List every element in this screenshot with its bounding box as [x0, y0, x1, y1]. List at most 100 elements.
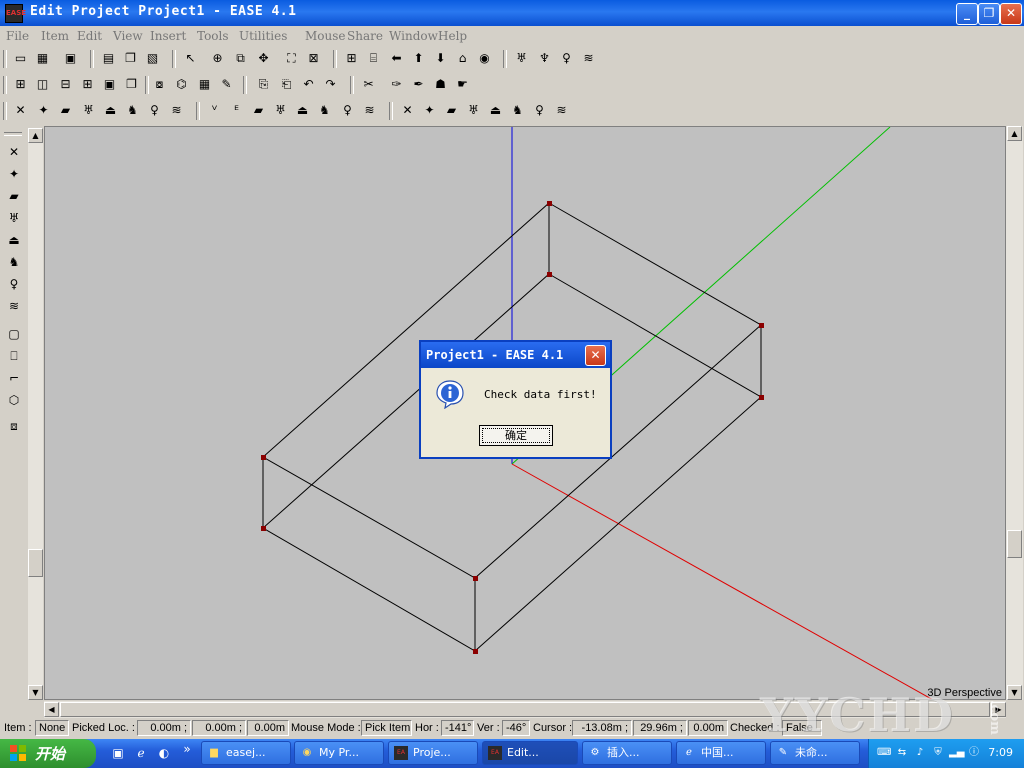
pen-icon[interactable]: ✑ — [387, 75, 406, 94]
insert-vertex-icon[interactable]: ✦ — [34, 101, 53, 120]
ie-icon[interactable]: ℯ — [133, 745, 149, 761]
mark-chair-icon[interactable]: ♞ — [508, 101, 527, 120]
chair-icon[interactable]: ♞ — [123, 101, 142, 120]
add-edge-icon[interactable]: ✦ — [4, 164, 24, 184]
vertex-marker[interactable] — [547, 201, 552, 206]
marker-icon[interactable]: ✒ — [409, 75, 428, 94]
fit-icon[interactable]: ⛶ — [282, 49, 301, 68]
zoom-box-icon[interactable]: ⧉ — [231, 49, 250, 68]
box-icon[interactable]: ▢ — [4, 324, 24, 344]
menu-tools[interactable]: Tools — [197, 29, 229, 43]
add-face-icon[interactable]: ▰ — [4, 186, 24, 206]
scroll-left-arrow-icon[interactable]: ◀ — [44, 702, 59, 717]
left-scrollbar[interactable]: ▲ ▼ — [28, 128, 43, 700]
scroll-down-arrow-icon[interactable]: ▼ — [1007, 685, 1022, 700]
mark-edge-icon[interactable]: ✦ — [420, 101, 439, 120]
save-icon[interactable]: ▣ — [61, 49, 80, 68]
fullscreen-icon[interactable]: ⊠ — [304, 49, 323, 68]
task-button[interactable]: ⚙ 插入... — [582, 741, 672, 765]
room-icon[interactable]: ⎕ — [4, 346, 24, 366]
scissors-icon[interactable]: ✂ — [359, 75, 378, 94]
undo-icon[interactable]: ↶ — [299, 75, 318, 94]
speaker-icon[interactable]: ♅ — [512, 49, 531, 68]
right-scrollbar[interactable]: ▲ ▼ — [1006, 126, 1023, 700]
select-light-icon[interactable]: ♀ — [338, 101, 357, 120]
task-button[interactable]: EA Proje... — [388, 741, 478, 765]
arrow-up-icon[interactable]: ⬆ — [409, 49, 428, 68]
ok-button[interactable]: 确定 — [479, 425, 553, 446]
dialog-close-button[interactable]: ✕ — [585, 345, 606, 366]
hand-icon[interactable]: ☛ — [453, 75, 472, 94]
page2-icon[interactable]: ⎗ — [277, 75, 296, 94]
task-button[interactable]: ✎ 未命... — [770, 741, 860, 765]
menu-mouse[interactable]: Mouse — [305, 29, 346, 43]
view-right-icon[interactable]: ⊟ — [56, 75, 75, 94]
render-icon[interactable]: ⧇ — [150, 75, 169, 94]
select-edge-icon[interactable]: ᴱ — [227, 101, 246, 120]
info-tray-icon[interactable]: ⓘ — [967, 746, 981, 760]
vertex-marker[interactable] — [261, 526, 266, 531]
mark-face-icon[interactable]: ▰ — [442, 101, 461, 120]
open-icon[interactable]: ▦ — [33, 49, 52, 68]
grid-icon[interactable]: ⊞ — [342, 49, 361, 68]
select-seat-icon[interactable]: ⏏ — [293, 101, 312, 120]
arrow-left-icon[interactable]: ⬅ — [387, 49, 406, 68]
quicklaunch-more-icon[interactable]: » — [179, 741, 195, 757]
vertex-marker[interactable] — [261, 455, 266, 460]
delete-vertex-icon[interactable]: ✕ — [11, 101, 30, 120]
vertex-marker[interactable] — [473, 576, 478, 581]
task-button[interactable]: ℯ 中国... — [676, 741, 766, 765]
scroll-up-arrow-icon[interactable]: ▲ — [28, 128, 43, 143]
edit-icon[interactable]: ✎ — [217, 75, 236, 94]
menu-edit[interactable]: Edit — [77, 29, 102, 43]
copy-icon[interactable]: ❐ — [121, 49, 140, 68]
task-button[interactable]: ◉ My Pr... — [294, 741, 384, 765]
speaker-array-icon[interactable]: ♆ — [535, 49, 554, 68]
paste-icon[interactable]: ▧ — [143, 49, 162, 68]
new-icon[interactable]: ▭ — [11, 49, 30, 68]
view-front-icon[interactable]: ⊞ — [78, 75, 97, 94]
select-wave-icon[interactable]: ≋ — [360, 101, 379, 120]
menu-help[interactable]: Help — [438, 29, 467, 43]
print-icon[interactable]: ▤ — [99, 49, 118, 68]
mark-vertex-icon[interactable]: ✕ — [398, 101, 417, 120]
add-speaker-icon[interactable]: ♅ — [4, 208, 24, 228]
security-icon[interactable]: ⛨ — [931, 746, 945, 760]
menu-file[interactable]: File — [6, 29, 29, 43]
scroll-thumb[interactable] — [1007, 530, 1022, 558]
target-icon[interactable]: ⊕ — [208, 49, 227, 68]
mark-light-icon[interactable]: ♀ — [530, 101, 549, 120]
home-icon[interactable]: ⌂ — [453, 49, 472, 68]
vertex-marker[interactable] — [759, 395, 764, 400]
task-button-active[interactable]: EA Edit... — [482, 741, 578, 765]
polygon-icon[interactable]: ⬡ — [4, 390, 24, 410]
add-vertex-icon[interactable]: ✕ — [4, 142, 24, 162]
scroll-down-arrow-icon[interactable]: ▼ — [28, 685, 43, 700]
start-button[interactable]: 开始 — [0, 739, 96, 768]
light-icon[interactable]: ♀ — [145, 101, 164, 120]
globe-icon[interactable]: ◉ — [475, 49, 494, 68]
select-vertex-icon[interactable]: ⱽ — [205, 101, 224, 120]
menu-view[interactable]: View — [113, 29, 143, 43]
wave-icon[interactable]: ≋ — [167, 101, 186, 120]
move-icon[interactable]: ✥ — [254, 49, 273, 68]
menu-window[interactable]: Window — [389, 29, 438, 43]
view-quad-icon[interactable]: ⊞ — [11, 75, 30, 94]
add-light-icon[interactable]: ♀ — [4, 274, 24, 294]
close-button[interactable]: ✕ — [1000, 3, 1022, 25]
vertex-marker[interactable] — [473, 649, 478, 654]
select-face-icon[interactable]: ▰ — [249, 101, 268, 120]
scroll-thumb[interactable] — [28, 549, 43, 577]
mark-wave-icon[interactable]: ≋ — [552, 101, 571, 120]
volume-icon[interactable]: ♪ — [913, 746, 927, 760]
wave-icon[interactable]: ≋ — [579, 49, 598, 68]
frame-icon[interactable]: ⌬ — [172, 75, 191, 94]
menu-utilities[interactable]: Utilities — [239, 29, 287, 43]
menu-share[interactable]: Share — [347, 29, 383, 43]
vertex-marker[interactable] — [759, 323, 764, 328]
view-back-icon[interactable]: ❐ — [122, 75, 141, 94]
arrow-down-icon[interactable]: ⬇ — [431, 49, 450, 68]
maximize-button[interactable]: ❐ — [978, 3, 1000, 25]
stair-icon[interactable]: ⌐ — [4, 368, 24, 388]
menu-insert[interactable]: Insert — [150, 29, 186, 43]
